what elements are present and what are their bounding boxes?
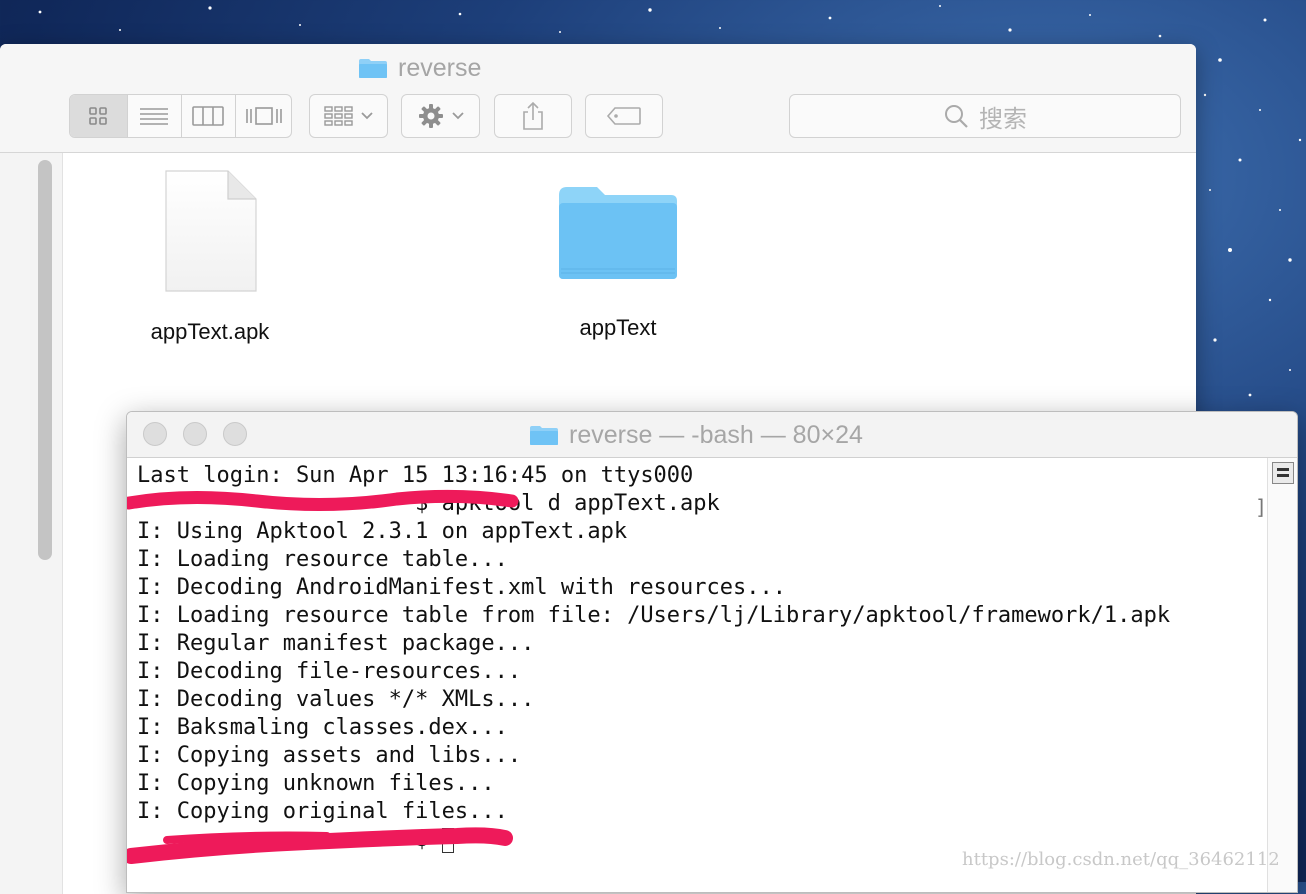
search-field[interactable]: 搜索 [789, 94, 1181, 138]
list-icon [140, 108, 169, 125]
search-placeholder: 搜索 [979, 105, 1027, 133]
folder-label: appText [579, 315, 657, 340]
chevron-down-icon [360, 112, 373, 120]
redaction-mark [127, 827, 513, 864]
terminal-line: Last login: Sun Apr 15 13:16:45 on ttys0… [137, 463, 694, 488]
redaction-mark [127, 489, 519, 512]
view-mode-group [69, 94, 292, 138]
icon-view-button[interactable] [70, 95, 128, 137]
gallery-view-button[interactable] [236, 95, 291, 137]
gear-icon [418, 104, 443, 128]
sidebar-scrollbar[interactable] [38, 160, 52, 560]
file-item-apk[interactable]: appText.apk [120, 169, 300, 345]
terminal-line: I: Using Apktool 2.3.1 on appText.apk [137, 519, 628, 544]
terminal-line: I: Copying assets and libs... [137, 743, 522, 768]
tags-button[interactable] [585, 94, 663, 138]
watermark: https://blog.csdn.net/qq_36462112 [962, 849, 1280, 870]
tag-icon [606, 107, 641, 125]
columns-icon [192, 106, 225, 126]
line-bracket: ] [1255, 495, 1268, 519]
arrange-button[interactable] [309, 94, 388, 138]
icon-grid-icon [89, 107, 108, 125]
finder-toolbar: reverse 搜索 [0, 44, 1196, 153]
terminal-scrollbar[interactable] [1267, 458, 1297, 892]
terminal-line: I: Decoding values */* XMLs... [137, 687, 535, 712]
close-button[interactable] [143, 422, 167, 446]
minimize-button[interactable] [183, 422, 207, 446]
terminal-line: I: Loading resource table... [137, 547, 508, 572]
search-icon [945, 105, 968, 128]
terminal-output[interactable]: Last login: Sun Apr 15 13:16:45 on ttys0… [137, 462, 1267, 854]
terminal-title: reverse — -bash — 80×24 [529, 420, 863, 450]
share-button[interactable] [494, 94, 572, 138]
list-view-button[interactable] [128, 95, 182, 137]
terminal-line: I: Decoding AndroidManifest.xml with res… [137, 575, 787, 600]
folder-icon [559, 187, 677, 279]
zoom-button[interactable] [223, 422, 247, 446]
folder-item-apptext[interactable]: appText [528, 185, 708, 341]
terminal-titlebar: reverse — -bash — 80×24 [127, 412, 1297, 458]
document-icon [165, 170, 257, 292]
finder-sidebar [0, 153, 63, 894]
terminal-line: I: Decoding file-resources... [137, 659, 522, 684]
share-icon [523, 101, 543, 130]
action-button[interactable] [401, 94, 480, 138]
arrange-grid-icon [323, 106, 353, 126]
terminal-line: I: Regular manifest package... [137, 631, 535, 656]
cover-flow-icon [245, 107, 282, 125]
terminal-line: I: Copying unknown files... [137, 771, 495, 796]
finder-title-text: reverse [398, 53, 482, 82]
file-label: appText.apk [150, 319, 270, 344]
chevron-down-icon [451, 112, 464, 120]
terminal-line: I: Baksmaling classes.dex... [137, 715, 508, 740]
terminal-window: reverse — -bash — 80×24 Last login: Sun … [126, 411, 1298, 893]
terminal-title-text: reverse — -bash — 80×24 [569, 420, 863, 449]
folder-icon [359, 59, 387, 78]
column-view-button[interactable] [182, 95, 237, 137]
folder-icon [530, 426, 558, 445]
split-pane-icon[interactable] [1272, 462, 1294, 484]
finder-title: reverse [358, 54, 481, 82]
terminal-line: I: Loading resource table from file: /Us… [137, 603, 1171, 628]
